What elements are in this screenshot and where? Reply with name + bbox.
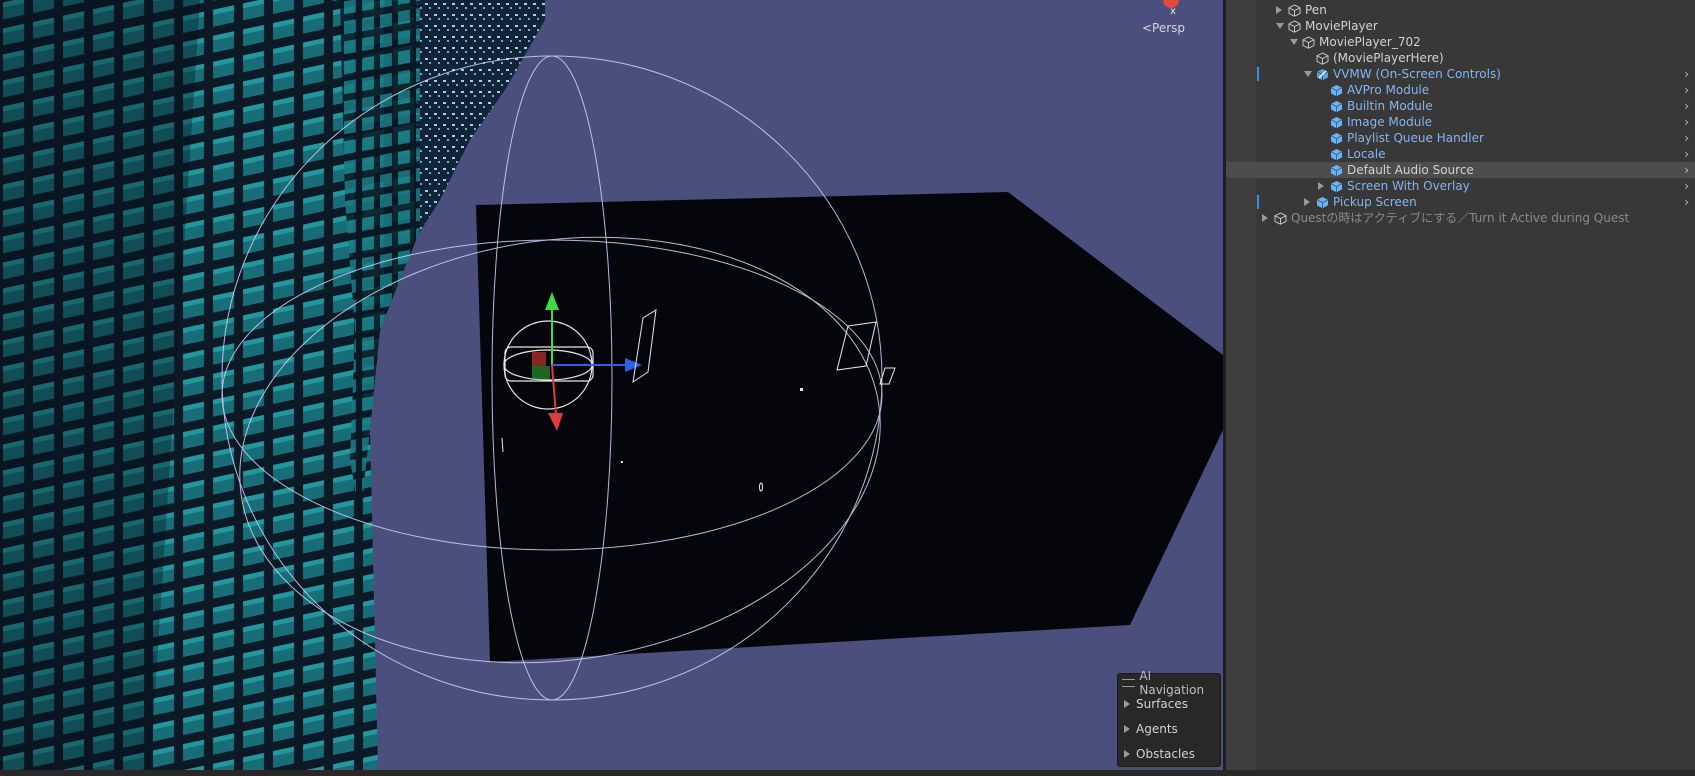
open-prefab-icon[interactable]: › bbox=[1684, 130, 1689, 146]
cube-outline-icon bbox=[1288, 20, 1301, 33]
hierarchy-row-label: Pickup Screen bbox=[1333, 195, 1417, 209]
status-bar bbox=[0, 770, 1695, 776]
hierarchy-row[interactable]: Default Audio Source › bbox=[1226, 162, 1695, 178]
open-prefab-icon[interactable]: › bbox=[1684, 178, 1689, 194]
hierarchy-row-label: AVPro Module bbox=[1347, 83, 1430, 97]
expand-arrow-icon[interactable] bbox=[1124, 724, 1130, 733]
expand-arrow-icon[interactable] bbox=[1124, 749, 1130, 758]
open-prefab-icon[interactable]: › bbox=[1684, 98, 1689, 114]
prefab-variant-icon bbox=[1316, 68, 1329, 81]
hierarchy-row[interactable]: AVPro Module › bbox=[1226, 82, 1695, 98]
ai-navigation-header[interactable]: AI Navigation bbox=[1118, 669, 1220, 697]
hierarchy-row[interactable]: MoviePlayer bbox=[1226, 18, 1695, 34]
override-marker bbox=[1257, 67, 1259, 81]
ai-nav-obstacles-label: Obstacles bbox=[1136, 746, 1195, 761]
ai-nav-surfaces-label: Surfaces bbox=[1136, 696, 1188, 711]
hierarchy-row-label: MoviePlayer_702 bbox=[1319, 35, 1421, 49]
cube-outline-icon bbox=[1288, 4, 1301, 17]
hierarchy-row[interactable]: Playlist Queue Handler › bbox=[1226, 130, 1695, 146]
prefab-icon bbox=[1330, 148, 1343, 161]
hierarchy-row-label: VVMW (On-Screen Controls) bbox=[1333, 67, 1501, 81]
hierarchy-row[interactable]: Screen With Overlay › bbox=[1226, 178, 1695, 194]
hierarchy-panel[interactable]: Pen MoviePlayer MoviePlayer_702 (MoviePlaye… bbox=[1226, 0, 1695, 776]
hierarchy-row-label: MoviePlayer bbox=[1305, 19, 1378, 33]
expand-arrow-icon[interactable] bbox=[1318, 182, 1324, 190]
hierarchy-row[interactable]: Pickup Screen › bbox=[1226, 194, 1695, 210]
collapse-arrow-icon[interactable] bbox=[1304, 71, 1312, 77]
hierarchy-row-label: Default Audio Source bbox=[1347, 163, 1474, 177]
prefab-icon bbox=[1330, 84, 1343, 97]
perspective-toggle[interactable]: <Persp bbox=[1142, 21, 1185, 35]
hierarchy-row-label: Image Module bbox=[1347, 115, 1433, 129]
ai-navigation-overlay[interactable]: AI Navigation Surfaces Agents Obstacles bbox=[1117, 669, 1221, 767]
open-prefab-icon[interactable]: › bbox=[1684, 114, 1689, 130]
open-prefab-icon[interactable]: › bbox=[1684, 162, 1689, 178]
hierarchy-row[interactable]: Questの時はアクティブにする／Turn it Active during Q… bbox=[1226, 210, 1695, 226]
hierarchy-row-label: (MoviePlayerHere) bbox=[1333, 51, 1444, 65]
scene-viewport-render[interactable] bbox=[0, 0, 1223, 770]
hierarchy-row[interactable]: MoviePlayer_702 bbox=[1226, 34, 1695, 50]
cube-outline-icon bbox=[1302, 36, 1315, 49]
prefab-icon bbox=[1316, 196, 1329, 209]
wire-dot bbox=[800, 388, 803, 391]
hierarchy-row[interactable]: Locale › bbox=[1226, 146, 1695, 162]
hierarchy-row-label: Pen bbox=[1305, 3, 1327, 17]
drag-handle-icon[interactable] bbox=[1122, 679, 1136, 687]
ai-navigation-title: AI Navigation bbox=[1139, 669, 1205, 697]
hierarchy-row-label: Playlist Queue Handler bbox=[1347, 131, 1484, 145]
hierarchy-row-label: Screen With Overlay bbox=[1347, 179, 1470, 193]
hierarchy-row[interactable]: Builtin Module › bbox=[1226, 98, 1695, 114]
collapse-arrow-icon[interactable] bbox=[1290, 39, 1298, 45]
wire-dot-2 bbox=[621, 461, 623, 463]
collapse-arrow-icon[interactable] bbox=[1276, 23, 1284, 29]
expand-arrow-icon[interactable] bbox=[1276, 6, 1282, 14]
hierarchy-row[interactable]: Image Module › bbox=[1226, 114, 1695, 130]
orientation-axis-label: x bbox=[1170, 6, 1176, 17]
hierarchy-row[interactable]: Pen bbox=[1226, 2, 1695, 18]
hierarchy-row[interactable]: (MoviePlayerHere) bbox=[1226, 50, 1695, 66]
hierarchy-row-label: Questの時はアクティブにする／Turn it Active during Q… bbox=[1291, 211, 1630, 225]
xz-plane-handle[interactable] bbox=[532, 366, 550, 380]
scene-view[interactable]: x <Persp AI Navigation Surfaces Agents O… bbox=[0, 0, 1223, 770]
cube-outline-icon bbox=[1316, 52, 1329, 65]
prefab-icon bbox=[1330, 180, 1343, 193]
hierarchy-row-label: Builtin Module bbox=[1347, 99, 1433, 113]
expand-arrow-icon[interactable] bbox=[1124, 699, 1130, 708]
open-prefab-icon[interactable]: › bbox=[1684, 66, 1689, 82]
prefab-icon bbox=[1330, 100, 1343, 113]
expand-arrow-icon[interactable] bbox=[1304, 198, 1310, 206]
cube-outline-icon bbox=[1274, 212, 1287, 225]
prefab-icon bbox=[1330, 132, 1343, 145]
hierarchy-row-label: Locale bbox=[1347, 147, 1386, 161]
override-marker bbox=[1257, 195, 1259, 209]
xy-plane-handle[interactable] bbox=[532, 352, 546, 366]
open-prefab-icon[interactable]: › bbox=[1684, 194, 1689, 210]
prefab-icon bbox=[1330, 164, 1343, 177]
ai-nav-obstacles[interactable]: Obstacles bbox=[1118, 741, 1220, 766]
open-prefab-icon[interactable]: › bbox=[1684, 146, 1689, 162]
ai-nav-agents[interactable]: Agents bbox=[1118, 716, 1220, 741]
hierarchy-row[interactable]: VVMW (On-Screen Controls) › bbox=[1226, 66, 1695, 82]
prefab-icon bbox=[1330, 116, 1343, 129]
ai-nav-agents-label: Agents bbox=[1136, 721, 1178, 736]
open-prefab-icon[interactable]: › bbox=[1684, 82, 1689, 98]
expand-arrow-icon[interactable] bbox=[1262, 214, 1268, 222]
